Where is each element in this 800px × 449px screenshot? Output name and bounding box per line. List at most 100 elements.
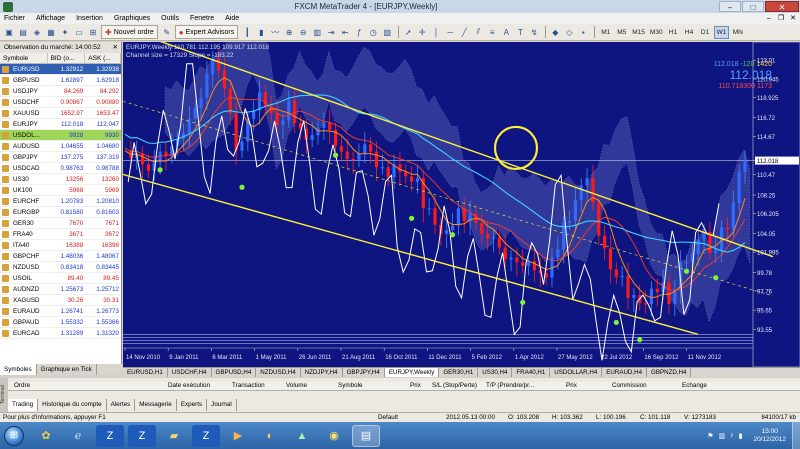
timeframe-mn[interactable]: MN bbox=[730, 26, 745, 39]
tab-historique[interactable]: Historique du compte bbox=[38, 399, 107, 411]
volume-icon[interactable]: ♪ bbox=[730, 432, 734, 439]
internet-explorer-icon[interactable]: ℯ bbox=[64, 425, 92, 447]
mdi-close-button[interactable]: ✕ bbox=[788, 14, 798, 23]
chrome-icon[interactable]: ◉ bbox=[320, 425, 348, 447]
market-watch-row[interactable]: FRA40 3671 3672 bbox=[0, 229, 121, 240]
market-watch-row[interactable]: GBPUSD 1.62897 1.62918 bbox=[0, 75, 121, 86]
periods-icon[interactable]: ◷ bbox=[367, 26, 379, 38]
market-watch-row[interactable]: GBPCHF 1.48036 1.48067 bbox=[0, 251, 121, 262]
extra-tools-3-icon[interactable]: ▪ bbox=[577, 26, 589, 38]
market-watch-row[interactable]: USOIL 89.40 89.45 bbox=[0, 273, 121, 284]
network-icon[interactable]: ▥ bbox=[718, 432, 725, 440]
arrows-icon[interactable]: ↯ bbox=[528, 26, 540, 38]
zoom-in-icon[interactable]: ⊕ bbox=[283, 26, 295, 38]
tab-experts[interactable]: Experts bbox=[177, 399, 208, 411]
flag-icon[interactable]: ⚑ bbox=[707, 432, 713, 440]
menu-fichier[interactable]: Fichier bbox=[4, 15, 25, 22]
windows-media-icon[interactable]: ◐ bbox=[256, 425, 284, 447]
extra-tools-2-icon[interactable]: ◇ bbox=[563, 26, 575, 38]
col-symbole[interactable]: Symbole bbox=[338, 382, 410, 390]
chart-tab[interactable]: GBPNZD,H4 bbox=[647, 368, 692, 377]
col-take-profit[interactable]: T/P (Prendre/pr... bbox=[486, 382, 566, 390]
market-watch-row[interactable]: USDCAD 0.98763 0.98788 bbox=[0, 163, 121, 174]
minimize-button[interactable]: – bbox=[719, 1, 741, 12]
show-desktop-button[interactable] bbox=[792, 422, 800, 449]
market-watch-row[interactable]: AUDNZD 1.25673 1.25712 bbox=[0, 284, 121, 295]
text-icon[interactable]: A bbox=[500, 26, 512, 38]
market-watch-row[interactable]: GER30 7670 7671 bbox=[0, 218, 121, 229]
candlestick-icon[interactable]: ▮ bbox=[255, 26, 267, 38]
mdi-restore-button[interactable]: ❐ bbox=[776, 14, 786, 23]
clock[interactable]: 15:00 20/12/2012 bbox=[753, 428, 786, 444]
col-date-execution[interactable]: Date exécution bbox=[168, 382, 232, 390]
tab-symboles[interactable]: Symboles bbox=[0, 364, 37, 375]
extra-tools-icon[interactable]: ◆ bbox=[549, 26, 561, 38]
start-button[interactable]: ⊞ bbox=[4, 425, 24, 446]
chart-tab[interactable]: USDOLLAR,H4 bbox=[550, 368, 603, 377]
indicators-icon[interactable]: ƒ bbox=[353, 26, 365, 38]
column-ask[interactable]: ASK (... bbox=[85, 53, 121, 63]
market-watch-row[interactable]: EURCHF 1.20783 1.20810 bbox=[0, 196, 121, 207]
market-watch-row[interactable]: EURJPY 112.018 112.047 bbox=[0, 119, 121, 130]
market-watch-row[interactable]: GBPAUD 1.55332 1.55366 bbox=[0, 317, 121, 328]
market-watch-row[interactable]: EURGBP 0.81580 0.81603 bbox=[0, 207, 121, 218]
cursor-icon[interactable]: ➚ bbox=[402, 26, 414, 38]
market-watch-icon[interactable]: ◈ bbox=[31, 26, 43, 38]
column-symbol[interactable]: Symbole bbox=[0, 53, 48, 63]
chart-tab[interactable]: GBPUSD,H4 bbox=[212, 368, 257, 377]
col-echange[interactable]: Echange bbox=[682, 382, 742, 390]
tab-trading[interactable]: Trading bbox=[8, 399, 39, 411]
market-watch-row[interactable]: USDJPY 84.269 84.292 bbox=[0, 86, 121, 97]
market-watch-row[interactable]: GBPJPY 137.275 137.319 bbox=[0, 152, 121, 163]
metatrader-active-icon[interactable]: ▤ bbox=[352, 424, 380, 447]
menu-fenetre[interactable]: Fenetre bbox=[190, 15, 214, 22]
col-commission[interactable]: Commission bbox=[612, 382, 682, 390]
profiles-icon[interactable]: ▤ bbox=[17, 26, 29, 38]
timeframe-m5[interactable]: M5 bbox=[614, 26, 629, 39]
chart-shift-icon[interactable]: ⇤ bbox=[339, 26, 351, 38]
market-watch-close-button[interactable]: ✕ bbox=[113, 42, 118, 53]
market-watch-row[interactable]: US30 13256 13260 bbox=[0, 174, 121, 185]
market-watch-row[interactable]: USDCHF 0.90867 0.90880 bbox=[0, 97, 121, 108]
timeframe-h1[interactable]: H1 bbox=[666, 26, 681, 39]
tab-alertes[interactable]: Alertes bbox=[107, 399, 136, 411]
chart-tab[interactable]: NZDJPY,H4 bbox=[301, 368, 343, 377]
label-icon[interactable]: T bbox=[514, 26, 526, 38]
market-watch-row[interactable]: AUDUSD 1.04655 1.04680 bbox=[0, 141, 121, 152]
market-watch-row[interactable]: UK100 5968 5969 bbox=[0, 185, 121, 196]
col-prix-actuel[interactable]: Prix bbox=[566, 382, 612, 390]
templates-icon[interactable]: ▧ bbox=[381, 26, 393, 38]
tile-windows-icon[interactable]: ▥ bbox=[311, 26, 323, 38]
close-button[interactable]: ✕ bbox=[765, 1, 799, 12]
new-chart-icon[interactable]: ▣ bbox=[3, 26, 15, 38]
market-watch-row[interactable]: ITA40 16388 16398 bbox=[0, 240, 121, 251]
chart-tab[interactable]: USDCHF,H4 bbox=[168, 368, 212, 377]
maximize-button[interactable]: □ bbox=[742, 1, 764, 12]
col-transaction[interactable]: Transaction bbox=[232, 382, 286, 390]
market-watch-row[interactable]: EURUSD 1.32912 1.32938 bbox=[0, 64, 121, 75]
col-prix[interactable]: Prix bbox=[410, 382, 422, 390]
tab-messagerie[interactable]: Messagerie bbox=[135, 399, 177, 411]
market-watch-row[interactable]: XAUUSD 1652.97 1653.47 bbox=[0, 108, 121, 119]
timeframe-d1[interactable]: D1 bbox=[698, 26, 713, 39]
price-chart[interactable]: 123.01120.945118.925116.72114.67112.0181… bbox=[123, 42, 800, 367]
tab-journal[interactable]: Journal bbox=[207, 399, 237, 411]
vertical-line-icon[interactable]: │ bbox=[430, 26, 442, 38]
app-z-3-icon[interactable]: Z bbox=[192, 424, 220, 447]
bar-chart-icon[interactable]: ┃ bbox=[241, 26, 253, 38]
chart-tab[interactable]: EURJPY,Weekly bbox=[384, 368, 440, 377]
mdi-minimize-button[interactable]: – bbox=[764, 14, 774, 23]
terminal-icon[interactable]: ▭ bbox=[73, 26, 85, 38]
chart-tab[interactable]: GBPJPY,H4 bbox=[343, 368, 385, 377]
menu-aide[interactable]: Aide bbox=[225, 15, 239, 22]
zoom-out-icon[interactable]: ⊖ bbox=[297, 26, 309, 38]
market-watch-row[interactable]: XAGUSD 30.26 30.31 bbox=[0, 295, 121, 306]
app-z-icon[interactable]: Z bbox=[96, 424, 124, 447]
col-volume[interactable]: Volume bbox=[286, 382, 338, 390]
chart-tab[interactable]: GER30,H1 bbox=[439, 368, 479, 377]
navigator-icon[interactable]: ✦ bbox=[59, 26, 71, 38]
market-watch-row[interactable]: EURAUD 1.26741 1.26773 bbox=[0, 306, 121, 317]
media-player-icon[interactable]: ▶ bbox=[224, 425, 252, 447]
power-icon[interactable]: ▮ bbox=[739, 432, 743, 440]
chart-tab[interactable]: NZDUSD,H4 bbox=[256, 368, 301, 377]
